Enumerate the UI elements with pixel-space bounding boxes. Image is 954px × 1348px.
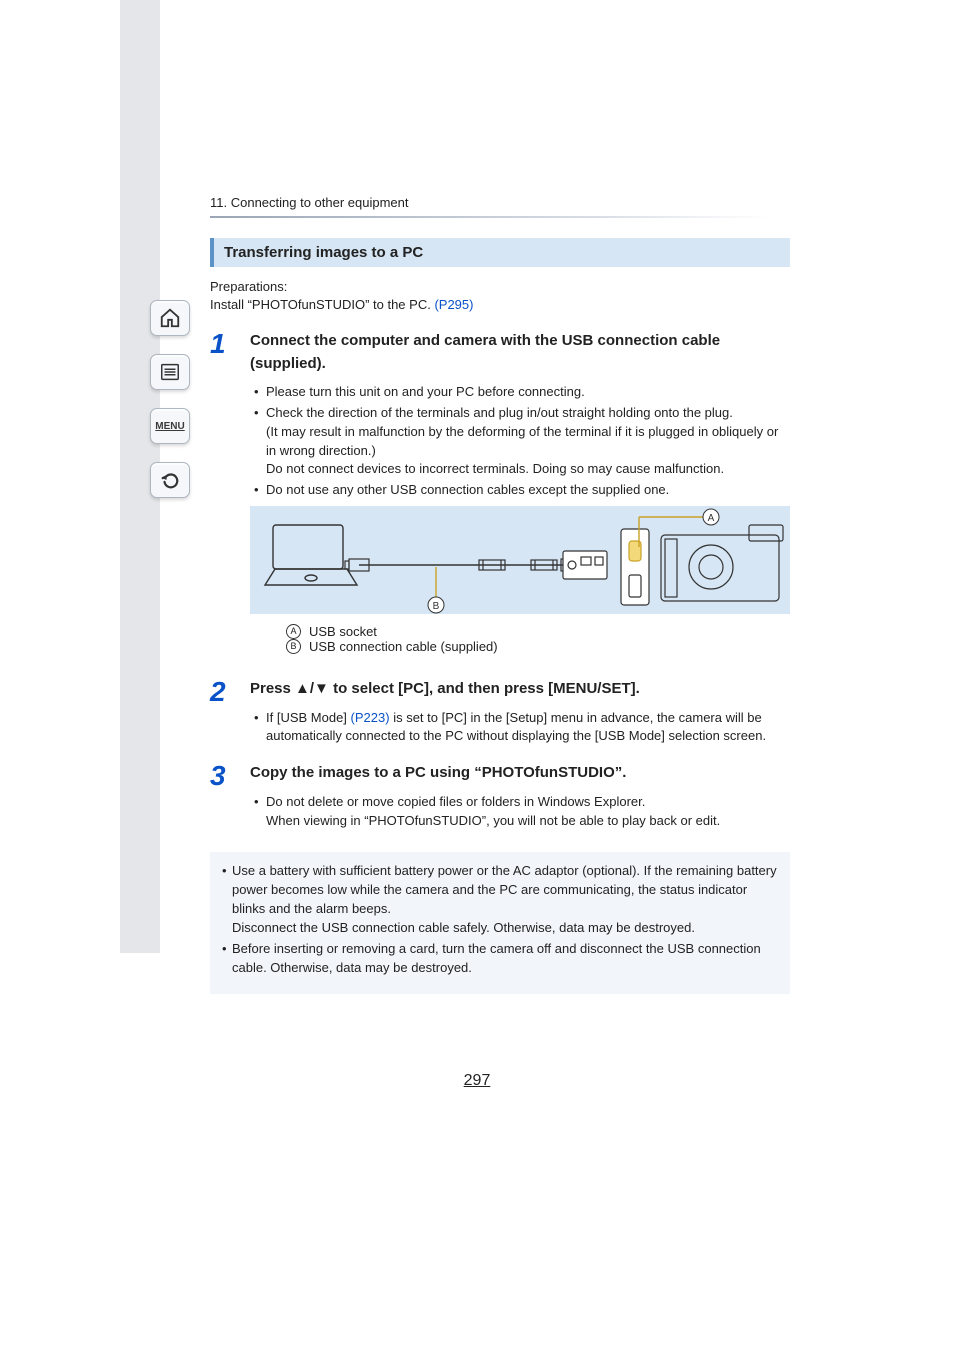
- sidebar-nav: MENU: [150, 300, 190, 498]
- step-2-bullet-1-prefix: If [USB Mode]: [266, 710, 351, 725]
- bottom-note-1-sub: Disconnect the USB connection cable safe…: [232, 919, 778, 938]
- connection-diagram: A B: [250, 506, 790, 614]
- step-1-bullet-2-text: Check the direction of the terminals and…: [266, 405, 733, 420]
- step-2-title-suffix: to select [PC], and then press [MENU/SET…: [329, 680, 640, 697]
- step-1: 1 Connect the computer and camera with t…: [210, 330, 790, 664]
- bottom-note-1-text: Use a battery with sufficient battery po…: [232, 863, 777, 916]
- step-1-bullet-2-cont2: Do not connect devices to incorrect term…: [266, 460, 790, 479]
- page-content: 11. Connecting to other equipment Transf…: [210, 195, 790, 994]
- section-heading: Transferring images to a PC: [210, 238, 790, 267]
- link-p223[interactable]: (P223): [351, 710, 390, 725]
- step-2: 2 Press ▲/▼ to select [PC], and then pre…: [210, 678, 790, 748]
- legend-b-marker: B: [286, 639, 301, 654]
- preparations-label: Preparations:: [210, 279, 790, 294]
- legend-b-text: USB connection cable (supplied): [309, 639, 498, 654]
- legend-a: A USB socket: [286, 624, 790, 639]
- bottom-note-1: Use a battery with sufficient battery po…: [222, 862, 778, 937]
- diagram-marker-b: B: [433, 601, 440, 612]
- step-2-title: Press ▲/▼ to select [PC], and then press…: [250, 678, 790, 701]
- bottom-notes: Use a battery with sufficient battery po…: [210, 852, 790, 993]
- step-3: 3 Copy the images to a PC using “PHOTOfu…: [210, 762, 790, 832]
- menu-icon-label: MENU: [155, 421, 184, 432]
- back-icon: [159, 469, 181, 491]
- step-3-title: Copy the images to a PC using “PHOTOfunS…: [250, 762, 790, 785]
- step-1-bullet-3-text: Do not use any other USB connection cabl…: [266, 482, 669, 497]
- bottom-note-2: Before inserting or removing a card, tur…: [222, 940, 778, 978]
- bottom-note-2-text: Before inserting or removing a card, tur…: [232, 941, 761, 975]
- step-3-number: 3: [210, 762, 232, 832]
- diagram-marker-a: A: [708, 513, 715, 524]
- preparations-text: Install “PHOTOfunSTUDIO” to the PC.: [210, 297, 434, 312]
- step-1-bullet-1-text: Please turn this unit on and your PC bef…: [266, 384, 585, 399]
- step-2-title-prefix: Press: [250, 680, 295, 697]
- step-3-bullet-1-text: Do not delete or move copied files or fo…: [266, 794, 645, 809]
- step-1-bullet-2: Check the direction of the terminals and…: [254, 404, 790, 479]
- toc-icon: [159, 361, 181, 383]
- link-p295[interactable]: (P295): [434, 297, 473, 312]
- sidebar-back-button[interactable]: [150, 462, 190, 498]
- step-1-bullet-3: Do not use any other USB connection cabl…: [254, 481, 790, 500]
- breadcrumb: 11. Connecting to other equipment: [210, 195, 790, 210]
- step-1-number: 1: [210, 330, 232, 664]
- legend-b: B USB connection cable (supplied): [286, 639, 790, 654]
- legend-a-marker: A: [286, 624, 301, 639]
- step-1-bullet-2-cont1: (It may result in malfunction by the def…: [266, 423, 790, 461]
- sidebar-menu-button[interactable]: MENU: [150, 408, 190, 444]
- home-icon: [159, 307, 181, 329]
- step-2-number: 2: [210, 678, 232, 748]
- sidebar-home-button[interactable]: [150, 300, 190, 336]
- breadcrumb-divider: [210, 216, 770, 218]
- page-number[interactable]: 297: [0, 1072, 954, 1090]
- legend-a-text: USB socket: [309, 624, 377, 639]
- sidebar-toc-button[interactable]: [150, 354, 190, 390]
- preparations-line: Install “PHOTOfunSTUDIO” to the PC. (P29…: [210, 297, 790, 312]
- step-1-bullet-1: Please turn this unit on and your PC bef…: [254, 383, 790, 402]
- diagram-legend: A USB socket B USB connection cable (sup…: [286, 624, 790, 654]
- step-3-bullet-1-cont: When viewing in “PHOTOfunSTUDIO”, you wi…: [266, 812, 790, 831]
- up-down-arrow-icon: ▲/▼: [295, 680, 329, 697]
- step-2-bullet-1: If [USB Mode] (P223) is set to [PC] in t…: [254, 709, 790, 747]
- step-1-title: Connect the computer and camera with the…: [250, 330, 790, 375]
- step-3-bullet-1: Do not delete or move copied files or fo…: [254, 793, 790, 831]
